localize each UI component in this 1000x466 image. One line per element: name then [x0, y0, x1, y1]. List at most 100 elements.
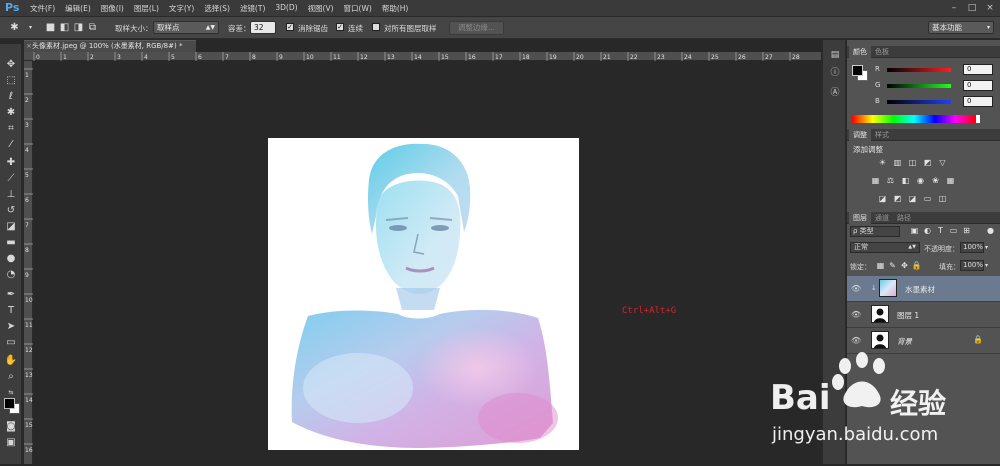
- sample-size-select[interactable]: 取样点 ▲▼: [153, 21, 219, 34]
- antialias-checkbox[interactable]: ✓: [286, 23, 294, 31]
- threshold-icon[interactable]: ◪: [907, 194, 918, 204]
- selective-color-icon[interactable]: ◫: [937, 194, 948, 204]
- new-selection-icon[interactable]: ■: [44, 21, 57, 34]
- refine-edge-button[interactable]: 调整边缘...: [449, 21, 504, 35]
- all-layers-checkbox[interactable]: [372, 23, 380, 31]
- pen-tool-icon[interactable]: ✒: [4, 288, 18, 302]
- tool-preset-dropdown-icon[interactable]: ▾: [24, 21, 37, 34]
- filter-toggle-icon[interactable]: ●: [985, 226, 996, 236]
- menu-window[interactable]: 窗口(W): [344, 3, 372, 14]
- document-image[interactable]: [268, 138, 579, 450]
- gradient-tool-icon[interactable]: ▬: [4, 236, 18, 250]
- marquee-tool-icon[interactable]: ⬚: [4, 74, 18, 88]
- minimize-icon[interactable]: –: [948, 2, 960, 14]
- close-tab-icon[interactable]: ×: [26, 41, 32, 52]
- hue-saturation-icon[interactable]: ▦: [870, 176, 881, 186]
- type-tool-icon[interactable]: T: [4, 304, 18, 318]
- red-channel-slider[interactable]: [887, 68, 951, 72]
- menu-help[interactable]: 帮助(H): [382, 3, 409, 14]
- dodge-tool-icon[interactable]: ◔: [4, 268, 18, 282]
- brush-tool-icon[interactable]: ⟋: [4, 172, 18, 186]
- fill-input[interactable]: 100%: [960, 260, 984, 271]
- menu-layer[interactable]: 图层(L): [134, 3, 159, 14]
- blue-channel-input[interactable]: 0: [963, 96, 993, 107]
- crop-tool-icon[interactable]: ⌗: [4, 122, 18, 136]
- gradient-map-icon[interactable]: ▭: [922, 194, 933, 204]
- fill-dropdown-icon[interactable]: ▾: [985, 260, 994, 271]
- character-panel-icon[interactable]: Ⓐ: [828, 86, 842, 100]
- move-tool-icon[interactable]: ✥: [4, 58, 18, 72]
- menu-filter[interactable]: 滤镜(T): [240, 3, 265, 14]
- tab-styles[interactable]: 样式: [871, 129, 893, 141]
- lock-position-icon[interactable]: ✥: [899, 261, 910, 271]
- exposure-icon[interactable]: ◩: [922, 158, 933, 168]
- screen-mode-icon[interactable]: ▣: [4, 436, 18, 450]
- tolerance-input[interactable]: 32: [250, 21, 276, 34]
- opacity-dropdown-icon[interactable]: ▾: [985, 242, 994, 253]
- color-foreground-swatch[interactable]: [852, 65, 863, 76]
- history-panel-icon[interactable]: ▤: [828, 48, 842, 62]
- brightness-icon[interactable]: ☀: [877, 158, 888, 168]
- rectangle-tool-icon[interactable]: ▭: [4, 336, 18, 350]
- lock-pixels-icon[interactable]: ✎: [887, 261, 898, 271]
- green-channel-input[interactable]: 0: [963, 80, 993, 91]
- layer-row-ink[interactable]: 👁 ↓ 水墨素材: [847, 276, 1000, 302]
- layer-kind-filter[interactable]: ρ 类型: [850, 226, 900, 237]
- posterize-icon[interactable]: ◩: [892, 194, 903, 204]
- channel-mixer-icon[interactable]: ❀: [930, 176, 941, 186]
- levels-icon[interactable]: ▥: [892, 158, 903, 168]
- menu-type[interactable]: 文字(Y): [169, 3, 194, 14]
- tab-channels[interactable]: 通道: [871, 212, 893, 224]
- filter-type-icon[interactable]: T: [935, 226, 946, 236]
- vibrance-icon[interactable]: ▽: [937, 158, 948, 168]
- foreground-color-swatch[interactable]: [4, 398, 15, 409]
- color-lookup-icon[interactable]: ▦: [945, 176, 956, 186]
- layer-row-layer1[interactable]: 👁 图层 1: [847, 302, 1000, 328]
- blend-mode-select[interactable]: 正常 ▲▼: [850, 242, 920, 253]
- blur-tool-icon[interactable]: ●: [4, 252, 18, 266]
- workspace-select[interactable]: 基本功能 ▾: [928, 21, 994, 34]
- quick-mask-icon[interactable]: ◙: [4, 420, 18, 434]
- menu-3d[interactable]: 3D(D): [275, 3, 297, 14]
- color-spectrum-bar[interactable]: [852, 115, 976, 123]
- tab-adjustments[interactable]: 调整: [849, 129, 871, 141]
- curves-icon[interactable]: ◫: [907, 158, 918, 168]
- opacity-input[interactable]: 100%: [960, 242, 984, 253]
- subtract-selection-icon[interactable]: ◨: [72, 21, 85, 34]
- spectrum-white[interactable]: [976, 115, 980, 123]
- hand-tool-icon[interactable]: ✋: [4, 354, 18, 368]
- photo-filter-icon[interactable]: ◉: [915, 176, 926, 186]
- visibility-eye-icon[interactable]: 👁: [851, 310, 861, 319]
- tab-swatches[interactable]: 色板: [871, 46, 893, 58]
- contiguous-checkbox[interactable]: ✓: [336, 23, 344, 31]
- eyedropper-tool-icon[interactable]: ⁄: [4, 138, 18, 152]
- menu-view[interactable]: 视图(V): [308, 3, 334, 14]
- intersect-selection-icon[interactable]: ⧉: [86, 21, 99, 34]
- tab-layers[interactable]: 图层: [849, 212, 871, 224]
- black-white-icon[interactable]: ◧: [900, 176, 911, 186]
- filter-pixel-icon[interactable]: ▣: [909, 226, 920, 236]
- document-tab[interactable]: × 头像素材.jpeg @ 100% (水墨素材, RGB/8#) *: [24, 40, 196, 52]
- magic-wand-icon[interactable]: ✱: [8, 21, 21, 34]
- menu-image[interactable]: 图像(I): [101, 3, 124, 14]
- menu-file[interactable]: 文件(F): [30, 3, 55, 14]
- add-selection-icon[interactable]: ◧: [58, 21, 71, 34]
- red-channel-input[interactable]: 0: [963, 64, 993, 75]
- filter-adjustment-icon[interactable]: ◐: [922, 226, 933, 236]
- clone-stamp-tool-icon[interactable]: ⊥: [4, 188, 18, 202]
- magic-wand-tool-icon[interactable]: ✱: [4, 106, 18, 120]
- tab-paths[interactable]: 路径: [893, 212, 915, 224]
- visibility-eye-icon[interactable]: 👁: [851, 336, 861, 345]
- history-brush-tool-icon[interactable]: ↺: [4, 204, 18, 218]
- eraser-tool-icon[interactable]: ◪: [4, 220, 18, 234]
- tab-color[interactable]: 颜色: [849, 46, 871, 58]
- invert-icon[interactable]: ◪: [877, 194, 888, 204]
- healing-brush-tool-icon[interactable]: ✚: [4, 156, 18, 170]
- lasso-tool-icon[interactable]: ℓ: [4, 90, 18, 104]
- menu-select[interactable]: 选择(S): [204, 3, 230, 14]
- properties-panel-icon[interactable]: ⓘ: [828, 66, 842, 80]
- visibility-eye-icon[interactable]: 👁: [851, 284, 861, 293]
- blue-channel-slider[interactable]: [887, 100, 951, 104]
- filter-shape-icon[interactable]: ▭: [948, 226, 959, 236]
- maximize-icon[interactable]: □: [966, 2, 978, 14]
